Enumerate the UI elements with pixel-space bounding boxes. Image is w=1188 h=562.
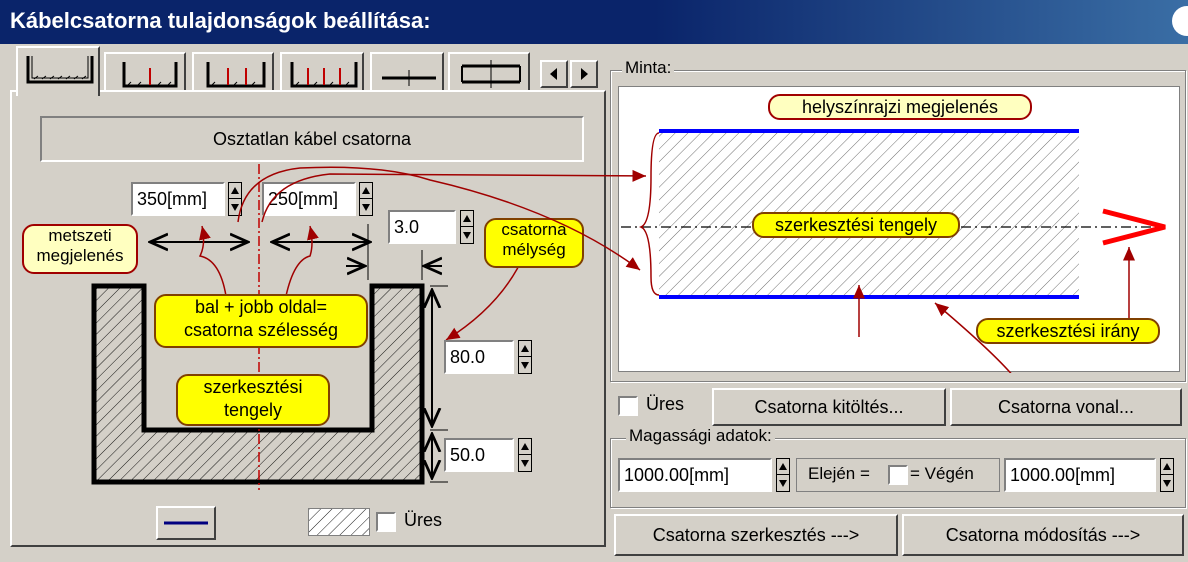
window-title: Kábelcsatorna tulajdonságok beállítása: (10, 8, 431, 33)
arrow-left-icon (550, 68, 557, 80)
wall-thickness-spinner[interactable] (460, 210, 474, 244)
note-line: metszeti (48, 226, 112, 245)
note-line: csatorna (501, 220, 567, 239)
depth-input[interactable]: 80.0 (444, 340, 514, 374)
right-width-input[interactable]: 250[mm] (262, 182, 356, 216)
tab-divided-3[interactable] (280, 52, 364, 92)
start-height-spinner[interactable] (776, 458, 790, 492)
axis-line-icon (382, 70, 436, 86)
axis-note: szerkesztési tengely (176, 374, 330, 426)
channel-divided-3-icon (290, 62, 358, 88)
channel-line-button[interactable]: Csatorna vonal... (950, 388, 1182, 426)
tab-divided-2[interactable] (192, 52, 274, 92)
bottom-input[interactable]: 50.0 (444, 438, 514, 472)
depth-spinner[interactable] (518, 340, 532, 374)
left-width-input[interactable]: 350[mm] (131, 182, 225, 216)
arrow-right-icon (581, 68, 588, 80)
right-empty-checkbox[interactable] (618, 396, 638, 416)
start-height-input[interactable]: 1000.00[mm] (618, 458, 772, 492)
end-height-input[interactable]: 1000.00[mm] (1004, 458, 1156, 492)
line-style-button[interactable] (156, 506, 216, 540)
channel-edit-button[interactable]: Csatorna szerkesztés ---> (614, 514, 898, 556)
note-line: mélység (502, 240, 566, 259)
line-sample-icon (164, 521, 208, 525)
left-empty-label: Üres (404, 510, 443, 530)
width-sum-note: bal + jobb oldal= csatorna szélesség (154, 294, 368, 348)
equal-left-label: Elején = (808, 464, 870, 483)
channel-type-label: Osztatlan kábel csatorna (40, 116, 584, 162)
channel-divided-2-icon (206, 62, 266, 88)
channel-modify-button[interactable]: Csatorna módosítás ---> (902, 514, 1184, 556)
channel-divided-1-icon (122, 62, 178, 88)
note-line: megjelenés (36, 246, 124, 265)
sample-group-label: Minta: (622, 58, 675, 78)
depth-note: csatorna mélység (484, 218, 584, 268)
tab-scroll-right-button[interactable] (570, 60, 598, 88)
tab-scroll-left-button[interactable] (540, 60, 568, 88)
right-width-spinner[interactable] (359, 182, 373, 216)
height-group-label: Magassági adatok: (626, 426, 775, 446)
tab-axis-2[interactable] (448, 52, 530, 92)
tab-axis-1[interactable] (370, 52, 444, 92)
right-empty-label: Üres (646, 394, 685, 414)
tab-divided-1[interactable] (104, 52, 186, 92)
fill-pattern-sample[interactable] (308, 508, 370, 536)
plan-view-note: helyszínrajzi megjelenés (768, 94, 1032, 120)
hatch-pattern-icon (309, 509, 369, 535)
note-line: bal + jobb oldal= (194, 297, 328, 317)
end-height-spinner[interactable] (1160, 458, 1174, 492)
section-view-note: metszeti megjelenés (22, 224, 138, 274)
tab-undivided[interactable] (16, 46, 100, 96)
left-empty-checkbox[interactable] (376, 512, 396, 532)
channel-fill-button[interactable]: Csatorna kitöltés... (712, 388, 946, 426)
title-cap (1172, 6, 1188, 36)
axis-note-right: szerkesztési tengely (752, 212, 960, 238)
direction-note: szerkesztési irány (976, 318, 1160, 344)
equal-right-label: = Végén (910, 464, 974, 483)
note-line: szerkesztési (203, 377, 303, 397)
channel-undivided-icon (26, 56, 94, 84)
left-width-spinner[interactable] (228, 182, 242, 216)
note-line: csatorna szélesség (183, 320, 339, 340)
note-line: tengely (223, 400, 283, 420)
bottom-spinner[interactable] (518, 438, 532, 472)
equal-checkbox[interactable] (888, 465, 908, 485)
double-line-icon (461, 60, 521, 88)
title-bar: Kábelcsatorna tulajdonságok beállítása: (0, 0, 1188, 44)
wall-thickness-input[interactable]: 3.0 (388, 210, 456, 244)
